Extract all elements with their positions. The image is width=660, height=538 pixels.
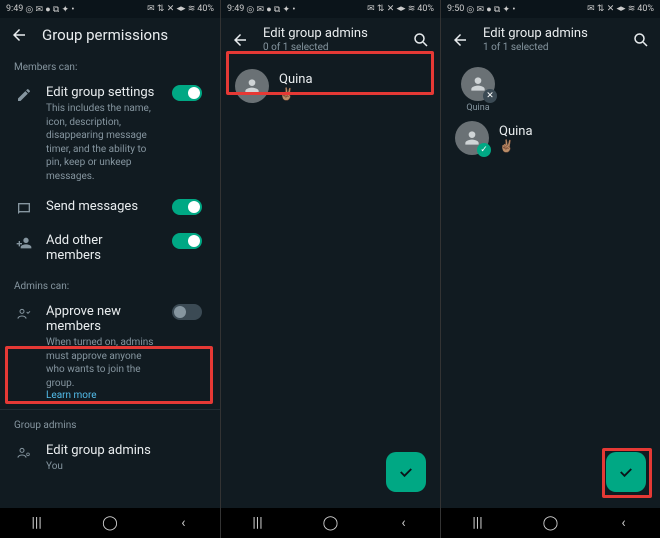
edit-admins-sub: You <box>46 460 206 474</box>
row-add-members[interactable]: Add other members <box>0 225 220 271</box>
nav-home[interactable]: ◯ <box>95 508 125 538</box>
admins-header: Admins can: <box>0 271 220 296</box>
status-right-icons: ✉ ⇅ ✕ ◂▸ ≋ <box>587 4 635 14</box>
nav-back[interactable]: ‹ <box>389 508 419 538</box>
app-bar: Group permissions <box>0 18 220 52</box>
approve-learn-more[interactable]: Learn more <box>46 390 160 401</box>
message-icon <box>14 199 34 217</box>
status-time: 9:49 <box>6 4 23 14</box>
contact-status: ✌🏽 <box>499 139 533 153</box>
app-bar: Edit group admins 0 of 1 selected <box>221 18 440 61</box>
send-messages-label: Send messages <box>46 199 160 214</box>
back-button[interactable] <box>451 31 469 49</box>
status-battery: 40% <box>417 4 434 14</box>
nav-bar: ||| ◯ ‹ <box>0 508 220 538</box>
status-left-icons: ◎ ✉ ● ⧉ ✦ • <box>246 4 295 15</box>
status-time: 9:49 <box>227 4 244 14</box>
group-admins-header: Group admins <box>0 410 220 435</box>
confirm-fab[interactable] <box>606 452 646 492</box>
status-left-icons: ◎ ✉ ● ⧉ ✦ • <box>466 4 515 15</box>
page-subtitle: 1 of 1 selected <box>483 42 618 53</box>
admins-icon <box>14 443 34 461</box>
remove-badge-icon[interactable]: ✕ <box>483 89 497 103</box>
contact-name: Quina <box>499 124 533 139</box>
status-right-icons: ✉ ⇅ ✕ ◂▸ ≋ <box>367 4 415 14</box>
screen-edit-admins-1: 9:50 ◎ ✉ ● ⧉ ✦ • ✉ ⇅ ✕ ◂▸ ≋ 40% Edit gro… <box>440 0 660 538</box>
confirm-fab[interactable] <box>386 452 426 492</box>
status-battery: 40% <box>197 4 214 14</box>
status-time: 9:50 <box>447 4 464 14</box>
approve-icon <box>14 304 34 322</box>
status-right-icons: ✉ ⇅ ✕ ◂▸ ≋ <box>147 4 195 14</box>
contact-row-quina[interactable]: ✓ Quina ✌🏽 <box>441 113 660 163</box>
nav-recents[interactable]: ||| <box>22 508 52 538</box>
approve-toggle[interactable] <box>172 304 202 320</box>
approve-desc: When turned on, admins must approve anyo… <box>46 336 160 390</box>
status-bar: 9:49 ◎ ✉ ● ⧉ ✦ • ✉ ⇅ ✕ ◂▸ ≋ 40% <box>0 0 220 18</box>
status-bar: 9:50 ◎ ✉ ● ⧉ ✦ • ✉ ⇅ ✕ ◂▸ ≋ 40% <box>441 0 660 18</box>
nav-back[interactable]: ‹ <box>168 508 198 538</box>
page-subtitle: 0 of 1 selected <box>263 42 398 53</box>
avatar: ✕ <box>461 67 495 101</box>
nav-back[interactable]: ‹ <box>609 508 639 538</box>
add-person-icon <box>14 233 34 251</box>
edit-settings-toggle[interactable] <box>172 85 202 101</box>
back-button[interactable] <box>10 26 28 44</box>
search-button[interactable] <box>412 31 430 49</box>
nav-home[interactable]: ◯ <box>316 508 346 538</box>
selected-check-icon: ✓ <box>477 143 491 157</box>
nav-bar: ||| ◯ ‹ <box>221 508 440 538</box>
status-battery: 40% <box>637 4 654 14</box>
back-button[interactable] <box>231 31 249 49</box>
row-edit-group-admins[interactable]: Edit group admins You <box>0 435 220 482</box>
page-title: Edit group admins <box>263 26 398 41</box>
app-bar: Edit group admins 1 of 1 selected <box>441 18 660 61</box>
nav-recents[interactable]: ||| <box>243 508 273 538</box>
search-button[interactable] <box>632 31 650 49</box>
row-send-messages[interactable]: Send messages <box>0 191 220 225</box>
row-edit-group-settings[interactable]: Edit group settings This includes the na… <box>0 77 220 191</box>
row-approve-members[interactable]: Approve new members When turned on, admi… <box>0 296 220 409</box>
contact-row-quina[interactable]: Quina ✌🏽 <box>221 61 440 111</box>
page-title: Group permissions <box>42 26 210 44</box>
contact-status: ✌🏽 <box>279 87 313 101</box>
edit-settings-desc: This includes the name, icon, descriptio… <box>46 102 160 183</box>
screen-edit-admins-0: 9:49 ◎ ✉ ● ⧉ ✦ • ✉ ⇅ ✕ ◂▸ ≋ 40% Edit gro… <box>220 0 440 538</box>
selected-chip-quina[interactable]: ✕ Quina <box>455 67 501 113</box>
edit-settings-label: Edit group settings <box>46 85 160 100</box>
selected-chip-area: ✕ Quina <box>441 61 660 113</box>
edit-admins-label: Edit group admins <box>46 443 206 458</box>
avatar: ✓ <box>455 121 489 155</box>
pencil-icon <box>14 85 34 103</box>
avatar <box>235 69 269 103</box>
nav-bar: ||| ◯ ‹ <box>441 508 660 538</box>
screen-group-permissions: 9:49 ◎ ✉ ● ⧉ ✦ • ✉ ⇅ ✕ ◂▸ ≋ 40% Group pe… <box>0 0 220 538</box>
approve-label: Approve new members <box>46 304 160 334</box>
nav-home[interactable]: ◯ <box>536 508 566 538</box>
add-members-toggle[interactable] <box>172 233 202 249</box>
add-members-label: Add other members <box>46 233 160 263</box>
nav-recents[interactable]: ||| <box>463 508 493 538</box>
contact-name: Quina <box>279 72 313 87</box>
send-messages-toggle[interactable] <box>172 199 202 215</box>
page-title: Edit group admins <box>483 26 618 41</box>
members-header: Members can: <box>0 52 220 77</box>
status-left-icons: ◎ ✉ ● ⧉ ✦ • <box>25 4 74 15</box>
chip-label: Quina <box>466 103 489 113</box>
status-bar: 9:49 ◎ ✉ ● ⧉ ✦ • ✉ ⇅ ✕ ◂▸ ≋ 40% <box>221 0 440 18</box>
